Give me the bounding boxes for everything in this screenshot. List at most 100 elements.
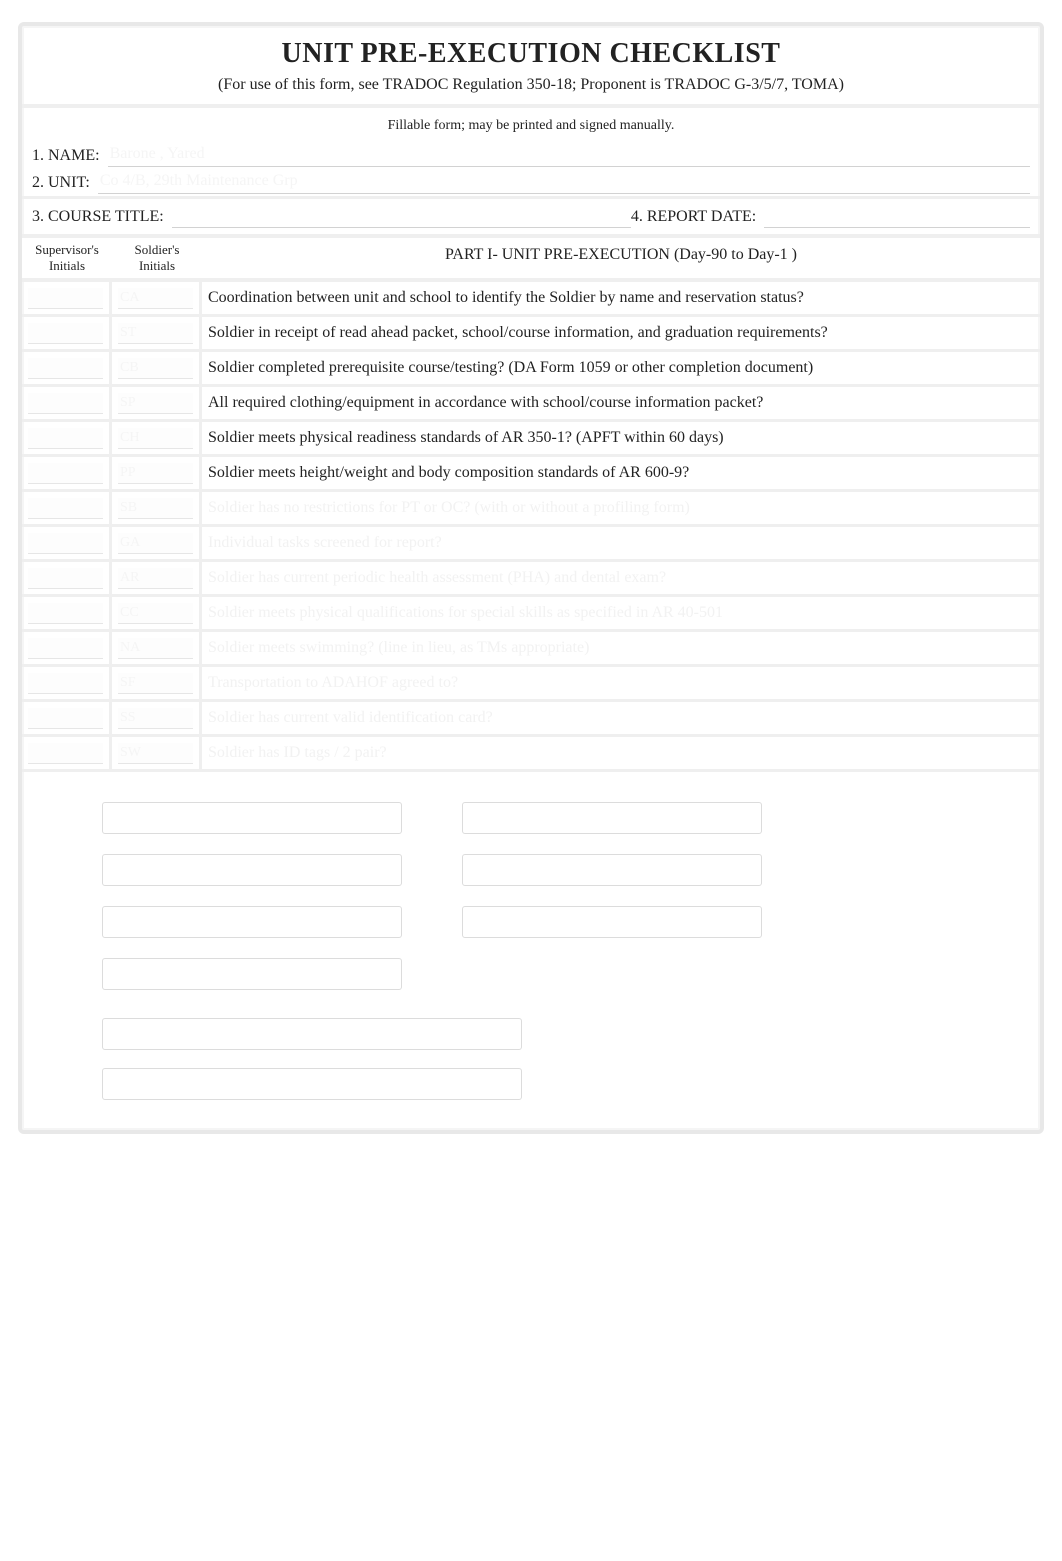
soldier-initials-cell <box>112 527 202 559</box>
supervisor-initials-input[interactable] <box>28 358 103 379</box>
soldier-initials-cell <box>112 492 202 524</box>
checklist-row: Coordination between unit and school to … <box>22 282 1040 317</box>
checklist-row: Soldier meets swimming? (line in lieu, a… <box>22 632 1040 667</box>
soldier-initials-cell <box>112 422 202 454</box>
checklist-item-text: Soldier meets height/weight and body com… <box>202 457 1040 489</box>
soldier-initials-cell <box>112 737 202 769</box>
checklist-item-text: Soldier has ID tags / 2 pair? <box>202 737 1040 769</box>
sig-right-2[interactable] <box>462 906 762 938</box>
sig-right-0[interactable] <box>462 802 762 834</box>
soldier-initials-input[interactable] <box>118 428 193 449</box>
sig-left-3[interactable] <box>102 958 402 990</box>
sig-left-0[interactable] <box>102 802 402 834</box>
supervisor-initials-input[interactable] <box>28 393 103 414</box>
checklist-row: Soldier meets height/weight and body com… <box>22 457 1040 492</box>
supervisor-initials-input[interactable] <box>28 498 103 519</box>
supervisor-initials-input[interactable] <box>28 463 103 484</box>
sig-left-2[interactable] <box>102 906 402 938</box>
supervisor-initials-cell <box>22 422 112 454</box>
soldier-initials-input[interactable] <box>118 708 193 729</box>
sig-right-1[interactable] <box>462 854 762 886</box>
checklist-row: Soldier has no restrictions for PT or OC… <box>22 492 1040 527</box>
supervisor-initials-cell <box>22 737 112 769</box>
soldier-initials-input[interactable] <box>118 743 193 764</box>
supervisor-initials-cell <box>22 387 112 419</box>
soldier-initials-cell <box>112 667 202 699</box>
checklist-item-text: Transportation to ADAHOF agreed to? <box>202 667 1040 699</box>
sig-bottom-1[interactable] <box>102 1068 522 1100</box>
supervisor-initials-input[interactable] <box>28 673 103 694</box>
row-course-report: 3. COURSE TITLE: 4. REPORT DATE: <box>22 196 1040 234</box>
supervisor-initials-cell <box>22 597 112 629</box>
soldier-initials-cell <box>112 282 202 314</box>
soldier-initials-input[interactable] <box>118 533 193 554</box>
signature-col-left <box>102 802 402 990</box>
supervisor-initials-cell <box>22 702 112 734</box>
soldier-initials-cell <box>112 352 202 384</box>
course-title-label: 3. COURSE TITLE: <box>32 208 172 226</box>
checklist-item-text: Soldier has current valid identification… <box>202 702 1040 734</box>
checklist-item-text: Soldier meets physical qualifications fo… <box>202 597 1040 629</box>
soldier-initials-cell <box>112 597 202 629</box>
supervisor-initials-input[interactable] <box>28 428 103 449</box>
section-header-row: Supervisor's Initials Soldier's Initials… <box>22 234 1040 280</box>
supervisor-initials-cell <box>22 562 112 594</box>
col-header-supervisor: Supervisor's Initials <box>22 238 112 278</box>
soldier-initials-input[interactable] <box>118 358 193 379</box>
sig-bottom-0[interactable] <box>102 1018 522 1050</box>
checklist-row: Soldier meets physical readiness standar… <box>22 422 1040 457</box>
soldier-initials-input[interactable] <box>118 498 193 519</box>
unit-input[interactable] <box>98 171 1030 194</box>
supervisor-initials-input[interactable] <box>28 743 103 764</box>
soldier-initials-input[interactable] <box>118 568 193 589</box>
soldier-initials-input[interactable] <box>118 603 193 624</box>
supervisor-initials-cell <box>22 317 112 349</box>
name-input[interactable] <box>108 144 1030 167</box>
supervisor-initials-input[interactable] <box>28 323 103 344</box>
soldier-initials-cell <box>112 632 202 664</box>
checklist-row: Individual tasks screened for report? <box>22 527 1040 562</box>
supervisor-initials-cell <box>22 667 112 699</box>
report-date-input[interactable] <box>764 205 1030 228</box>
checklist-row: Soldier completed prerequisite course/te… <box>22 352 1040 387</box>
soldier-initials-input[interactable] <box>118 638 193 659</box>
supervisor-initials-input[interactable] <box>28 533 103 554</box>
checklist-item-text: Soldier has current periodic health asse… <box>202 562 1040 594</box>
supervisor-initials-cell <box>22 352 112 384</box>
sig-left-1[interactable] <box>102 854 402 886</box>
section-title: PART I- UNIT PRE-EXECUTION (Day-90 to Da… <box>202 238 1040 278</box>
soldier-initials-cell <box>112 387 202 419</box>
supervisor-initials-cell <box>22 457 112 489</box>
supervisor-initials-cell <box>22 632 112 664</box>
soldier-initials-cell <box>112 317 202 349</box>
checklist-item-text: Soldier completed prerequisite course/te… <box>202 352 1040 384</box>
checklist-row: Soldier has ID tags / 2 pair? <box>22 737 1040 772</box>
supervisor-initials-cell <box>22 492 112 524</box>
supervisor-initials-input[interactable] <box>28 288 103 309</box>
supervisor-initials-input[interactable] <box>28 603 103 624</box>
soldier-initials-input[interactable] <box>118 323 193 344</box>
report-date-label: 4. REPORT DATE: <box>631 208 764 226</box>
checklist-row: Soldier meets physical qualifications fo… <box>22 597 1040 632</box>
col-header-soldier: Soldier's Initials <box>112 238 202 278</box>
soldier-initials-cell <box>112 702 202 734</box>
supervisor-initials-input[interactable] <box>28 568 103 589</box>
checklist-row: Soldier in receipt of read ahead packet,… <box>22 317 1040 352</box>
checklist-row: Soldier has current valid identification… <box>22 702 1040 737</box>
form-subtitle: (For use of this form, see TRADOC Regula… <box>32 76 1030 94</box>
supervisor-initials-cell <box>22 527 112 559</box>
checklist-row: Transportation to ADAHOF agreed to? <box>22 667 1040 702</box>
supervisor-initials-input[interactable] <box>28 638 103 659</box>
signature-area <box>22 772 1040 1100</box>
checklist-item-text: All required clothing/equipment in accor… <box>202 387 1040 419</box>
soldier-initials-input[interactable] <box>118 288 193 309</box>
soldier-initials-input[interactable] <box>118 393 193 414</box>
soldier-initials-input[interactable] <box>118 673 193 694</box>
fillable-note: Fillable form; may be printed and signed… <box>22 108 1040 142</box>
row-name: 1. NAME: <box>22 142 1040 169</box>
unit-label: 2. UNIT: <box>32 174 98 192</box>
soldier-initials-input[interactable] <box>118 463 193 484</box>
checklist-row: Soldier has current periodic health asse… <box>22 562 1040 597</box>
supervisor-initials-input[interactable] <box>28 708 103 729</box>
course-title-input[interactable] <box>172 205 631 228</box>
